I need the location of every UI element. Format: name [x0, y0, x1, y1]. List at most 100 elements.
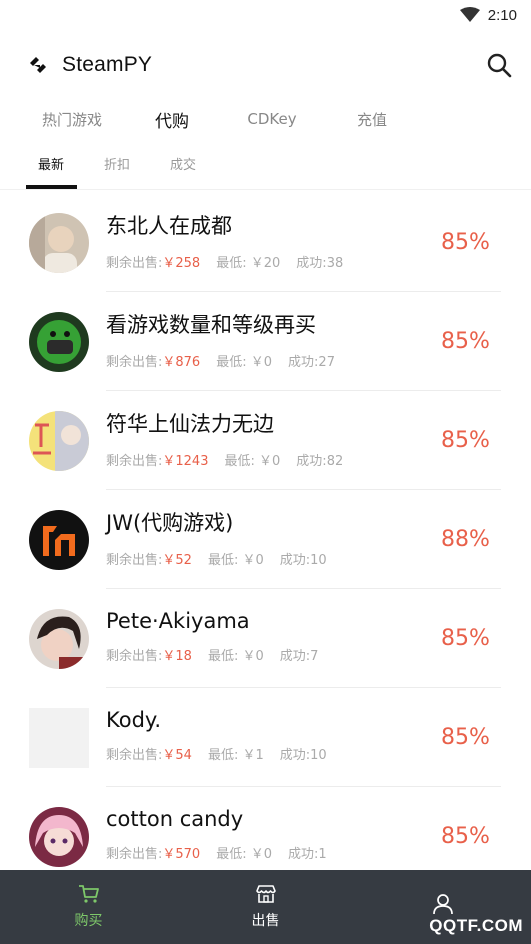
sub-tabs: 最新 折扣 成交 — [0, 138, 531, 190]
discount-rate: 85% — [441, 725, 490, 750]
seller-row[interactable]: cotton candy 剩余出售:￥570 最低: ￥0 成功:1 85% — [0, 787, 531, 870]
success-value: 38 — [326, 256, 344, 271]
stock-field: 剩余出售:￥570 — [106, 843, 200, 862]
min-value: ￥0 — [242, 553, 264, 568]
avatar — [29, 806, 89, 867]
success-label: 成功: — [279, 553, 311, 568]
stock-value: ￥1243 — [162, 454, 209, 469]
tab-cdkey[interactable]: CDKey — [222, 110, 322, 128]
seller-name: Kody. — [106, 708, 162, 732]
watermark: QQTF.COM — [429, 916, 523, 935]
nav-sell[interactable]: 出售 — [177, 870, 354, 944]
min-field: 最低: ￥0 — [216, 351, 272, 370]
stock-label: 剩余出售: — [106, 553, 163, 568]
success-label: 成功: — [279, 649, 311, 664]
success-label: 成功: — [296, 454, 327, 469]
bottom-nav: 购买 出售 QQTF.COM — [0, 870, 531, 944]
stock-value: ￥876 — [162, 355, 201, 370]
min-value: ￥20 — [250, 256, 281, 271]
stock-field: 剩余出售:￥1243 — [106, 450, 208, 469]
min-label: 最低: — [207, 553, 239, 568]
discount-rate: 88% — [441, 527, 490, 552]
avatar — [29, 410, 89, 471]
seller-row[interactable]: 看游戏数量和等级再买 剩余出售:￥876 最低: ￥0 成功:27 85% — [0, 292, 531, 391]
stock-label: 剩余出售: — [106, 355, 163, 370]
seller-row[interactable]: Kody. 剩余出售:￥54 最低: ￥1 成功:10 85% — [0, 688, 531, 787]
stock-value: ￥52 — [162, 553, 192, 568]
main-tabs: 热门游戏 代购 CDKey 充值 — [0, 100, 531, 138]
success-label: 成功: — [288, 355, 319, 370]
stock-label: 剩余出售: — [106, 748, 163, 763]
stock-value: ￥570 — [162, 847, 201, 862]
min-value: ￥0 — [242, 649, 264, 664]
success-field: 成功:82 — [296, 450, 343, 469]
min-value: ￥1 — [242, 748, 264, 763]
seller-list[interactable]: 东北人在成都 剩余出售:￥258 最低: ￥20 成功:38 85% 看游戏数量… — [0, 193, 531, 870]
steampy-logo-icon — [30, 57, 46, 73]
tab-proxy-buy[interactable]: 代购 — [122, 107, 222, 132]
nav-buy[interactable]: 购买 — [0, 870, 177, 944]
search-icon — [487, 53, 512, 78]
min-field: 最低: ￥1 — [208, 744, 264, 763]
stock-value: ￥54 — [162, 748, 192, 763]
subtab-discount[interactable]: 折扣 — [92, 154, 142, 173]
seller-meta: 剩余出售:￥52 最低: ￥0 成功:10 — [106, 549, 441, 568]
seller-meta: 剩余出售:￥570 最低: ￥0 成功:1 — [106, 843, 441, 862]
min-field: 最低: ￥0 — [208, 645, 264, 664]
min-field: 最低: ￥0 — [208, 549, 264, 568]
min-label: 最低: — [207, 748, 239, 763]
seller-info: cotton candy 剩余出售:￥570 最低: ￥0 成功:1 — [106, 807, 441, 866]
seller-name: 看游戏数量和等级再买 — [106, 313, 316, 337]
success-value: 1 — [318, 847, 327, 862]
seller-meta: 剩余出售:￥876 最低: ￥0 成功:27 — [106, 351, 441, 370]
subtab-latest[interactable]: 最新 — [26, 154, 76, 173]
min-value: ￥0 — [250, 847, 273, 862]
success-value: 10 — [310, 553, 327, 568]
min-value: ￥0 — [250, 355, 273, 370]
seller-info: Kody. 剩余出售:￥54 最低: ￥1 成功:10 — [106, 708, 441, 767]
seller-info: 符华上仙法力无边 剩余出售:￥1243 最低: ￥0 成功:82 — [106, 408, 441, 473]
success-label: 成功: — [288, 847, 319, 862]
status-time: 2:10 — [487, 6, 517, 24]
tab-recharge[interactable]: 充值 — [322, 109, 422, 130]
stock-field: 剩余出售:￥876 — [106, 351, 200, 370]
seller-info: JW(代购游戏) 剩余出售:￥52 最低: ￥0 成功:10 — [106, 507, 441, 572]
stock-label: 剩余出售: — [106, 454, 163, 469]
discount-rate: 85% — [441, 428, 490, 453]
stock-label: 剩余出售: — [106, 649, 163, 664]
stock-value: ￥258 — [162, 256, 201, 271]
seller-name: cotton candy — [106, 807, 244, 831]
stock-label: 剩余出售: — [106, 256, 163, 271]
tab-hot-games[interactable]: 热门游戏 — [22, 109, 122, 130]
success-label: 成功: — [296, 256, 327, 271]
success-value: 27 — [318, 355, 335, 370]
seller-name: JW(代购游戏) — [106, 511, 234, 535]
avatar — [29, 311, 89, 372]
min-label: 最低: — [216, 847, 247, 862]
subtab-indicator — [26, 185, 77, 189]
seller-row[interactable]: 符华上仙法力无边 剩余出售:￥1243 最低: ￥0 成功:82 85% — [0, 391, 531, 490]
min-field: 最低: ￥20 — [216, 252, 280, 271]
cart-icon — [78, 885, 99, 903]
seller-meta: 剩余出售:￥54 最低: ￥1 成功:10 — [106, 744, 441, 763]
search-button[interactable] — [483, 49, 515, 81]
min-value: ￥0 — [259, 454, 281, 469]
min-label: 最低: — [224, 454, 255, 469]
min-label: 最低: — [207, 649, 239, 664]
subtab-deals[interactable]: 成交 — [158, 154, 208, 173]
min-label: 最低: — [216, 355, 247, 370]
stock-field: 剩余出售:￥258 — [106, 252, 200, 271]
wifi-icon — [459, 7, 480, 22]
seller-row[interactable]: 东北人在成都 剩余出售:￥258 最低: ￥20 成功:38 85% — [0, 193, 531, 292]
success-field: 成功:1 — [288, 843, 327, 862]
discount-rate: 85% — [441, 230, 490, 255]
seller-row[interactable]: Pete·Akiyama 剩余出售:￥18 最低: ￥0 成功:7 85% — [0, 589, 531, 688]
nav-buy-label: 购买 — [74, 913, 103, 929]
seller-row[interactable]: JW(代购游戏) 剩余出售:￥52 最低: ￥0 成功:10 88% — [0, 490, 531, 589]
avatar — [29, 212, 89, 273]
seller-info: 东北人在成都 剩余出售:￥258 最低: ￥20 成功:38 — [106, 210, 441, 275]
seller-info: Pete·Akiyama 剩余出售:￥18 最低: ￥0 成功:7 — [106, 609, 441, 668]
success-field: 成功:38 — [296, 252, 343, 271]
success-value: 7 — [310, 649, 319, 664]
app-bar: SteamPY — [0, 30, 531, 100]
